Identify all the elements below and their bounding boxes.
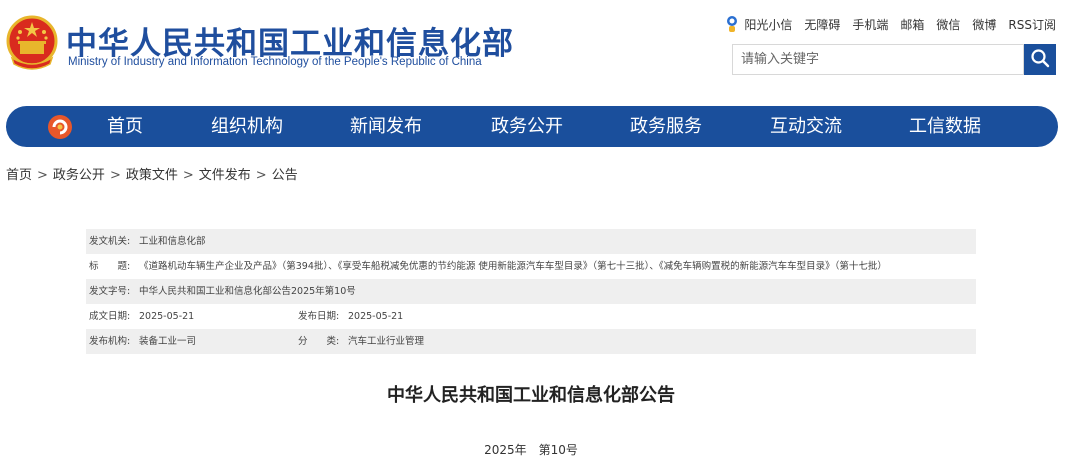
site-title-english: Ministry of Industry and Information Tec… [68, 56, 482, 68]
nav-gov-affairs[interactable]: 政务公开 [491, 106, 563, 147]
category-label: 分 类: [298, 336, 340, 347]
breadcrumb-separator: > [109, 168, 121, 183]
national-emblem [6, 14, 58, 72]
created-date-value: 2025-05-21 [139, 311, 195, 322]
nav-gov-services[interactable]: 政务服务 [630, 106, 702, 147]
org-label: 发布机构: [89, 336, 131, 347]
nav-news[interactable]: 新闻发布 [350, 106, 422, 147]
article-date-line: 2025年 第10号 [484, 443, 578, 457]
created-date-label: 成文日期: [89, 311, 131, 322]
issuer-label: 发文机关: [89, 236, 131, 247]
search-input[interactable] [733, 45, 1019, 74]
doc-number-value: 中华人民共和国工业和信息化部公告2025年第10号 [139, 286, 356, 297]
info-row-dates: 成文日期: 2025-05-21 发布日期: 2025-05-21 [86, 304, 976, 329]
breadcrumb-file-release[interactable]: 文件发布 [199, 168, 251, 183]
info-row-org: 发布机构: 装备工业一司 分 类: 汽车工业行业管理 [86, 329, 976, 354]
nav-interaction[interactable]: 互动交流 [770, 106, 842, 147]
org-value: 装备工业一司 [139, 336, 197, 347]
top-link-rss[interactable]: RSS订阅 [1008, 16, 1056, 33]
main-nav: 首页 组织机构 新闻发布 政务公开 政务服务 互动交流 工信数据 [6, 106, 1058, 147]
info-row-issuer: 发文机关: 工业和信息化部 [86, 229, 976, 254]
doc-number-label: 发文字号: [89, 286, 131, 297]
subject-label: 标 题: [89, 261, 131, 272]
published-date-value: 2025-05-21 [348, 311, 404, 322]
nav-home[interactable]: 首页 [107, 106, 143, 147]
top-links: 阳光小信 无障碍 手机端 邮箱 微信 微博 RSS订阅 [724, 15, 1056, 33]
sun-mascot-icon[interactable] [724, 15, 740, 33]
top-link-weibo[interactable]: 微博 [972, 16, 996, 33]
issuer-value: 工业和信息化部 [139, 236, 206, 247]
search-button[interactable] [1024, 44, 1056, 75]
top-link-sunshine[interactable]: 阳光小信 [744, 16, 792, 33]
category-value: 汽车工业行业管理 [348, 336, 425, 347]
top-link-accessibility[interactable]: 无障碍 [804, 16, 840, 33]
search-box [732, 44, 1024, 75]
info-row-doc-number: 发文字号: 中华人民共和国工业和信息化部公告2025年第10号 [86, 279, 976, 304]
published-date-label: 发布日期: [298, 311, 340, 322]
search-icon [1030, 48, 1050, 72]
breadcrumb-policy[interactable]: 政策文件 [126, 168, 178, 183]
breadcrumb-separator: > [182, 168, 194, 183]
subject-value: 《道路机动车辆生产企业及产品》（第394批）、《享受车船税减免优惠的节约能源 使… [139, 261, 887, 272]
nav-organization[interactable]: 组织机构 [211, 106, 283, 147]
nav-data[interactable]: 工信数据 [909, 106, 981, 147]
info-row-subject: 标 题: 《道路机动车辆生产企业及产品》（第394批）、《享受车船税减免优惠的节… [86, 254, 976, 279]
top-link-mail[interactable]: 邮箱 [900, 16, 924, 33]
breadcrumb-notice[interactable]: 公告 [272, 168, 298, 183]
breadcrumb-separator: > [255, 168, 267, 183]
breadcrumb-home[interactable]: 首页 [6, 168, 32, 183]
breadcrumb-gov-affairs[interactable]: 政务公开 [53, 168, 105, 183]
miit-logo-icon[interactable] [46, 113, 74, 141]
document-info-table: 发文机关: 工业和信息化部 标 题: 《道路机动车辆生产企业及产品》（第394批… [86, 229, 976, 354]
breadcrumb-separator: > [37, 168, 48, 183]
breadcrumb: 首页 > 政务公开 > 政策文件 > 文件发布 > 公告 [6, 164, 298, 183]
article-title: 中华人民共和国工业和信息化部公告 [387, 385, 675, 406]
top-link-mobile[interactable]: 手机端 [852, 16, 888, 33]
top-link-wechat[interactable]: 微信 [936, 16, 960, 33]
